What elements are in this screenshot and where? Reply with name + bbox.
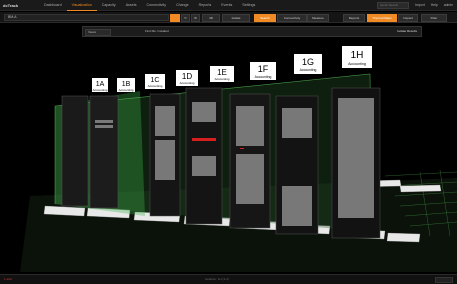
inspect-button[interactable]: Inspect	[398, 14, 418, 22]
top-navigation: dcTrack Dashboard Visualization Capacity…	[0, 0, 457, 11]
rack-scene: 1A Accounting 1B Accounting 1C Accountin…	[20, 46, 457, 272]
visualization-toolbar: BM-A ↻ ⚙ 3D Isolate Search Connectivity …	[0, 12, 457, 23]
3d-viewport[interactable]: 1A Accounting 1B Accounting 1C Accountin…	[0, 36, 457, 272]
settings-icon[interactable]: ⚙	[191, 14, 200, 22]
rack-1b-label: Accounting	[119, 88, 134, 92]
tab-reports[interactable]: Reports	[194, 0, 217, 10]
rack-1a-label: Accounting	[93, 88, 108, 92]
tab-capacity[interactable]: Capacity	[97, 0, 121, 10]
tab-connectivity[interactable]: Connectivity	[142, 0, 172, 10]
rack-1g-label: Accounting	[300, 68, 317, 72]
tab-events[interactable]: Events	[216, 0, 237, 10]
rack-1b-name: 1B	[122, 81, 131, 88]
alert-status[interactable]: 1 alert	[4, 277, 12, 281]
measure-button[interactable]: Measure	[307, 14, 329, 22]
rack-1a-name: 1A	[96, 81, 105, 88]
tab-change[interactable]: Change	[171, 0, 194, 10]
3d-button[interactable]: 3D	[202, 14, 220, 22]
refresh-icon[interactable]: ↻	[181, 14, 190, 22]
rack-1h-label: Accounting	[348, 62, 366, 66]
tab-settings[interactable]: Settings	[237, 0, 260, 10]
rack-1d-label: Accounting	[180, 81, 195, 85]
rack-1c-name: 1C	[151, 77, 160, 84]
rack-1e-name: 1E	[217, 68, 227, 77]
user-menu[interactable]: admin	[444, 3, 453, 7]
rack-1f-label: Accounting	[255, 75, 272, 79]
help-link[interactable]: Help	[431, 3, 438, 7]
rack-1g-name: 1G	[302, 57, 314, 67]
rack-1c-label: Accounting	[148, 84, 163, 88]
thermal-maps-button[interactable]: Thermal Maps	[367, 14, 397, 22]
isolate-results-button[interactable]: Isolate Results	[397, 29, 417, 34]
filter-button[interactable]: Filter	[421, 14, 447, 22]
isolate-button[interactable]: Isolate	[222, 14, 250, 22]
isolation-status: Isolation: 1H (1-4)	[205, 277, 229, 281]
rack-1e-label: Accounting	[215, 77, 230, 81]
app-logo: dcTrack	[3, 2, 19, 8]
location-breadcrumb[interactable]: BM-A	[4, 14, 169, 21]
reports-button[interactable]: Reports	[343, 14, 365, 22]
view-mode-button[interactable]	[170, 14, 180, 22]
rack-1h-name: 1H	[351, 50, 364, 61]
views-dropdown[interactable]: Views	[85, 29, 111, 36]
status-control[interactable]	[435, 277, 453, 283]
tab-visualization[interactable]: Visualization	[66, 0, 97, 11]
connectivity-button[interactable]: Connectivity	[277, 14, 307, 22]
rack-1f-name: 1F	[258, 64, 269, 74]
tab-assets[interactable]: Assets	[121, 0, 142, 10]
import-link[interactable]: Import	[415, 3, 425, 7]
tab-dashboard[interactable]: Dashboard	[39, 0, 67, 10]
quick-search-input[interactable]: Quick Search	[377, 1, 410, 9]
search-button[interactable]: Search	[254, 14, 276, 22]
rack-1d-name: 1D	[182, 72, 192, 81]
search-criteria[interactable]: Find Me: Installed	[145, 29, 169, 34]
